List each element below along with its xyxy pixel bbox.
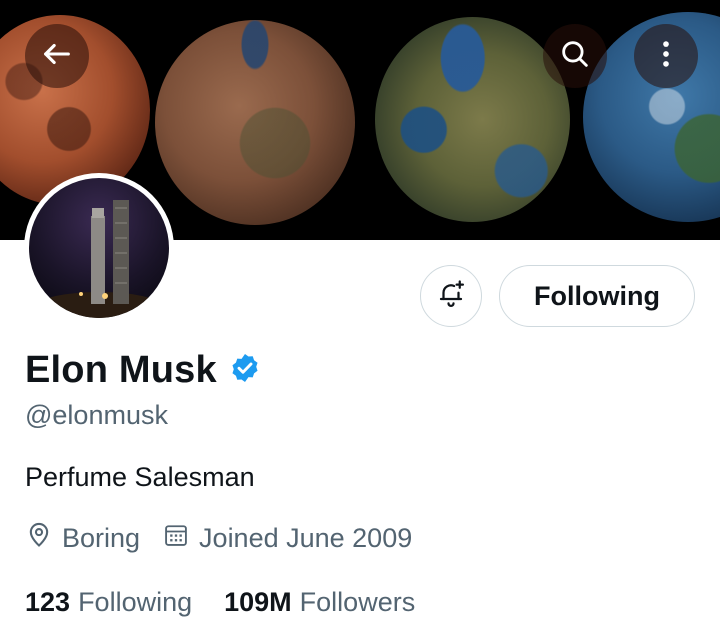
notifications-button[interactable] [420, 265, 482, 327]
profile-meta: Boring Joined June 2009 [25, 518, 434, 558]
banner-planet [375, 17, 570, 222]
banner-planet [155, 20, 355, 225]
location-pin-icon [25, 521, 53, 556]
followers-label: Followers [299, 586, 416, 617]
verified-badge-icon [229, 352, 261, 389]
followers-stat-link[interactable]: 109M Followers [224, 587, 415, 618]
search-icon [558, 37, 592, 76]
back-button[interactable] [25, 24, 89, 88]
join-date-text: Joined June 2009 [199, 522, 413, 553]
followers-count: 109M [224, 586, 292, 617]
profile-name-row: Elon Musk [25, 345, 261, 395]
location: Boring [25, 521, 140, 556]
following-stat-link[interactable]: 123 Following [25, 587, 192, 618]
more-vertical-icon [649, 37, 683, 76]
avatar[interactable] [24, 173, 174, 323]
bell-plus-icon [436, 279, 466, 314]
following-count: 123 [25, 586, 71, 617]
search-button[interactable] [543, 24, 607, 88]
join-date: Joined June 2009 [162, 521, 412, 556]
location-text: Boring [62, 522, 141, 553]
profile-bio: Perfume Salesman [25, 462, 255, 492]
more-options-button[interactable] [634, 24, 698, 88]
avatar-image [29, 178, 169, 318]
profile-handle: @elonmusk [25, 400, 168, 430]
calendar-icon [162, 521, 190, 556]
following-label: Following [78, 586, 193, 617]
profile-stats: 123 Following 109M Followers [25, 582, 447, 622]
arrow-left-icon [40, 37, 74, 76]
display-name: Elon Musk [25, 348, 217, 391]
following-button[interactable]: Following [499, 265, 695, 327]
